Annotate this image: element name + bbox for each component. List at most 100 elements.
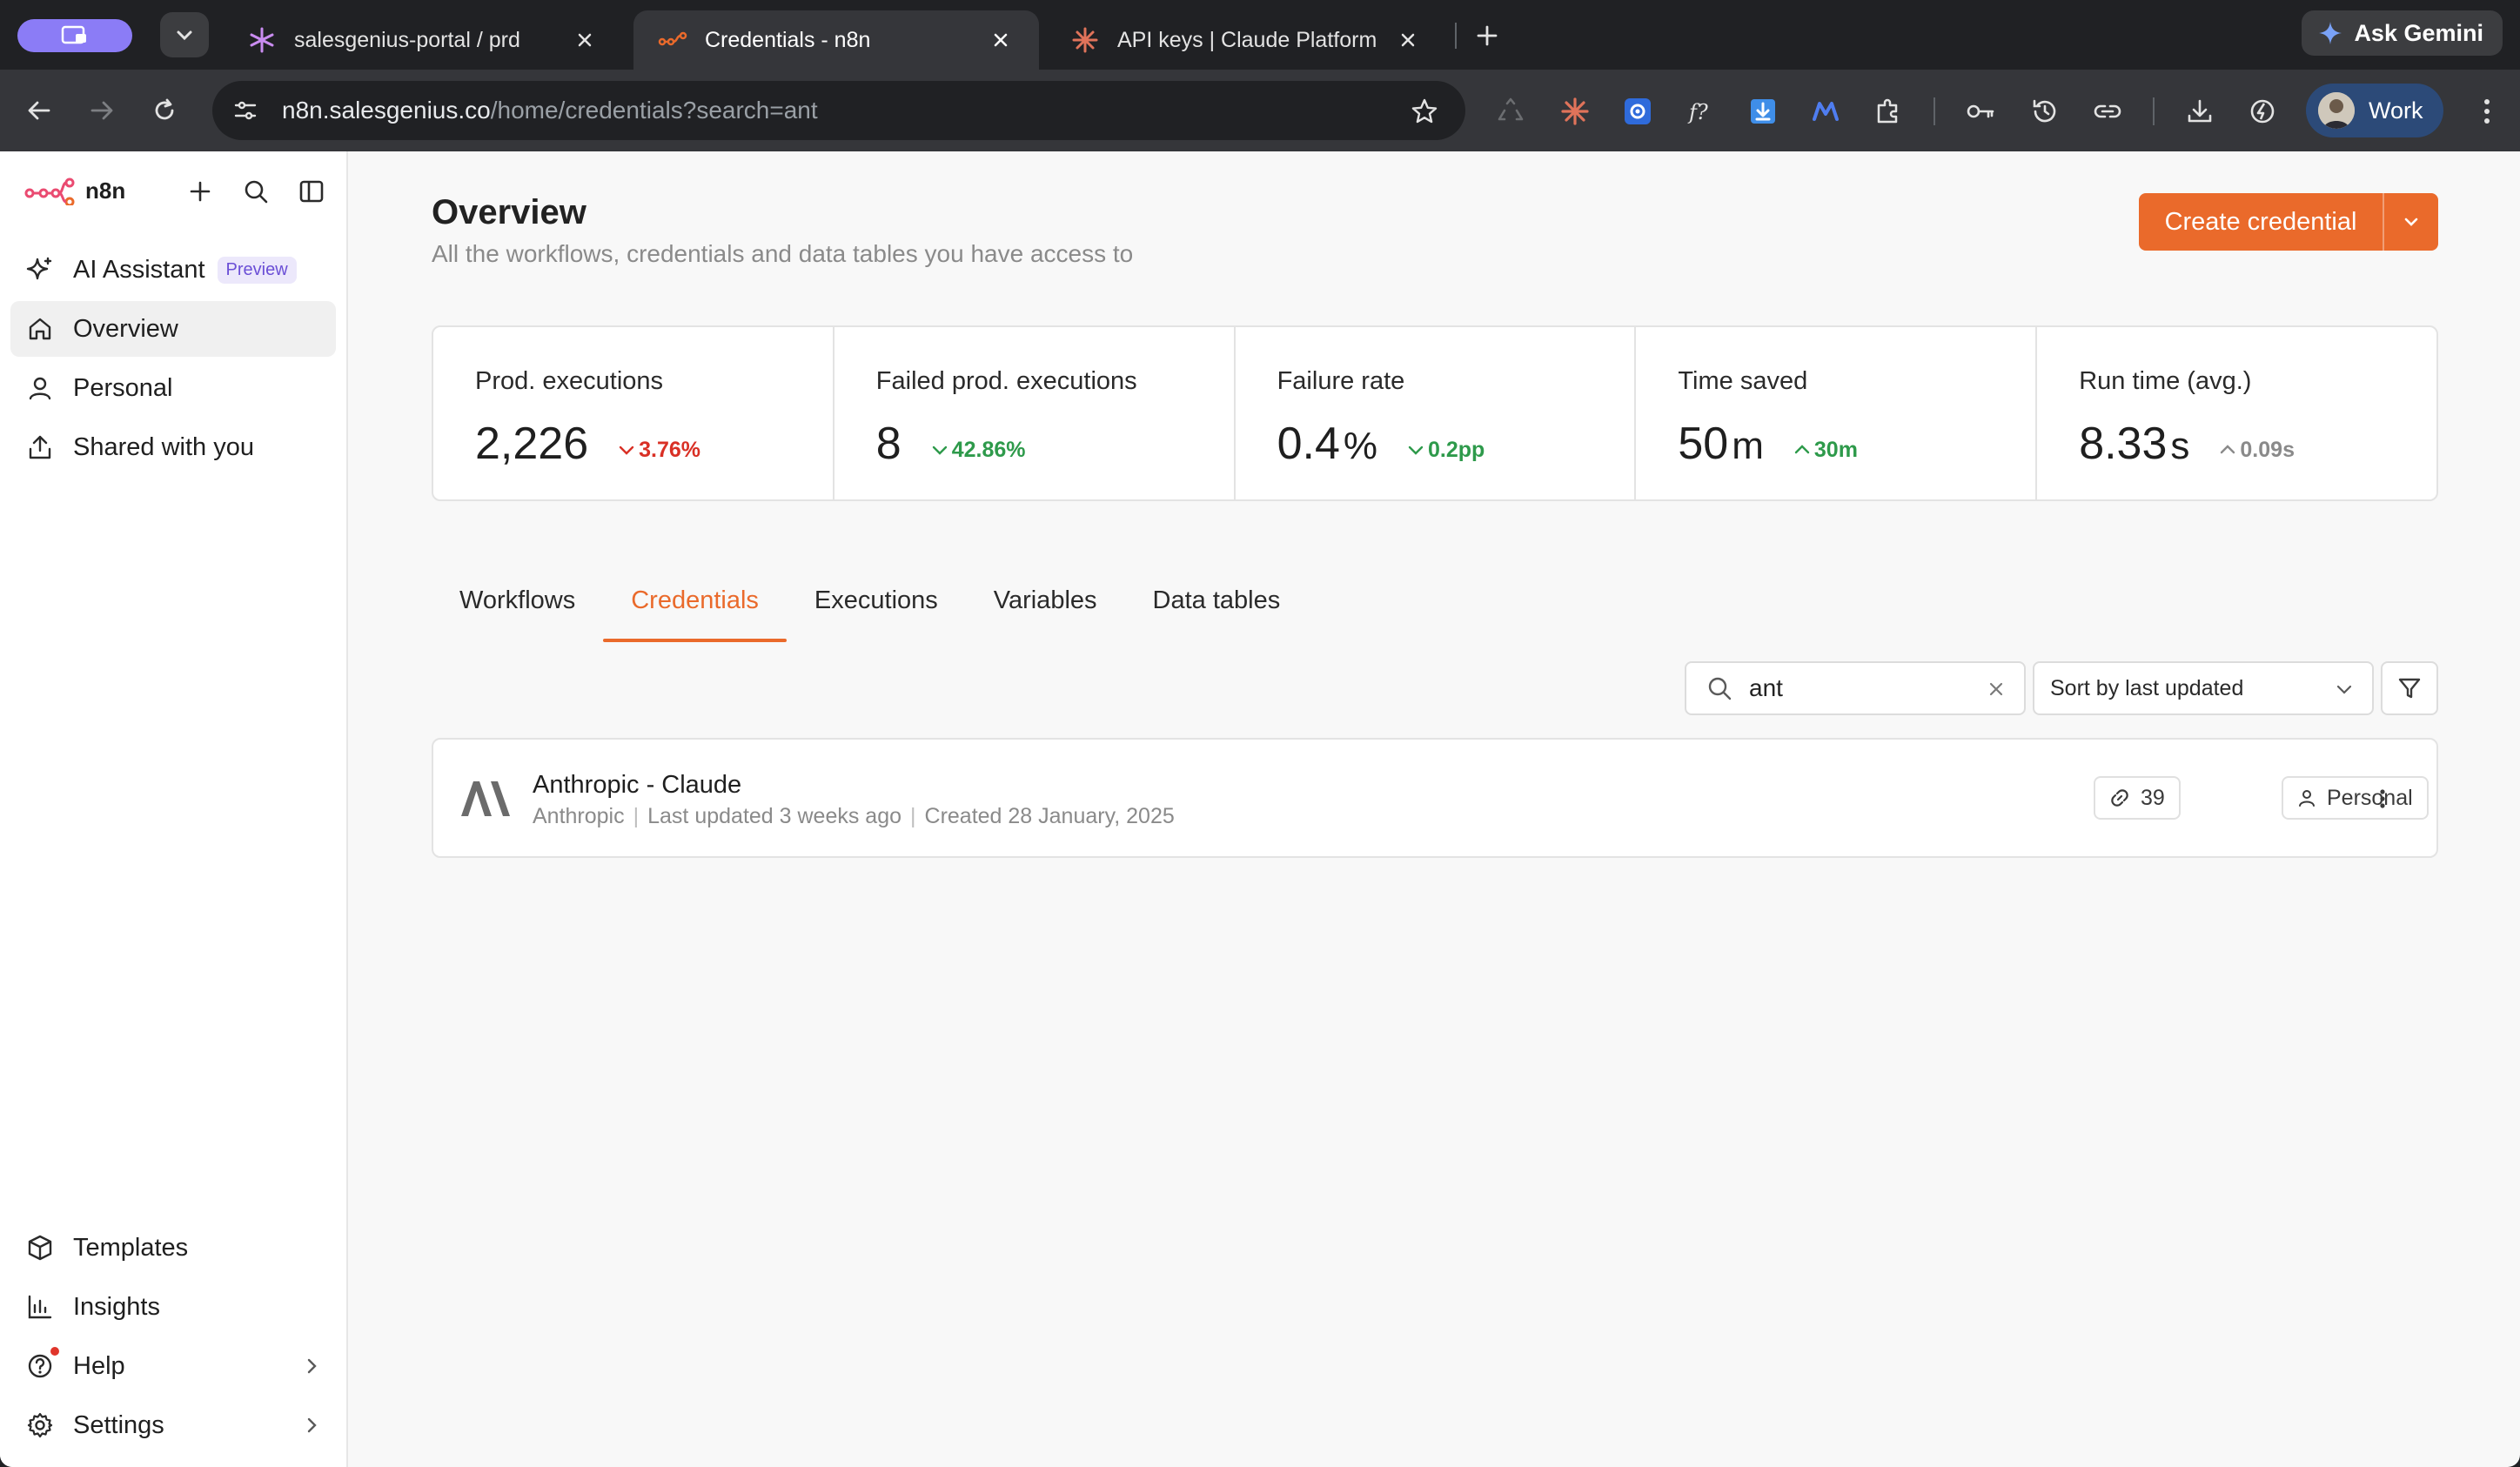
owner-badge: Personal xyxy=(2282,776,2429,820)
content-tabs: Workflows Credentials Executions Variabl… xyxy=(459,586,1336,642)
stat-label: Time saved xyxy=(1678,367,1808,395)
stat-prod-executions[interactable]: Prod. executions 2,226 3.76% xyxy=(433,327,834,499)
tab-workflows[interactable]: Workflows xyxy=(459,586,575,642)
stat-run-time[interactable]: Run time (avg.) 8.33 s 0.09s xyxy=(2037,327,2436,499)
more-vertical-icon xyxy=(2484,99,2490,124)
sort-select[interactable]: Sort by last updated xyxy=(2033,661,2374,715)
stat-time-saved[interactable]: Time saved 50 m 30m xyxy=(1636,327,2038,499)
sidebar-item-personal[interactable]: Personal xyxy=(10,360,336,416)
sidebar-item-overview[interactable]: Overview xyxy=(10,301,336,357)
help-icon xyxy=(24,1350,56,1382)
tab-group-button[interactable] xyxy=(17,19,132,52)
create-credential-button[interactable]: Create credential xyxy=(2139,193,2438,251)
n8n-logo[interactable]: n8n xyxy=(24,176,125,205)
meta-separator: | xyxy=(633,804,640,828)
sidebar-item-insights[interactable]: Insights xyxy=(10,1279,336,1335)
share-icon xyxy=(24,432,56,463)
search-icon xyxy=(245,180,268,204)
window-icon xyxy=(61,25,86,44)
ask-gemini-button[interactable]: Ask Gemini xyxy=(2302,10,2503,56)
sidebar-item-ai-assistant[interactable]: AI Assistant Preview xyxy=(10,242,336,298)
reload-button[interactable] xyxy=(144,90,184,131)
box-icon xyxy=(24,1232,56,1263)
stat-delta-value: 3.76% xyxy=(639,437,701,462)
tab-credentials[interactable]: Credentials xyxy=(603,586,787,642)
url-host: n8n.salesgenius.co xyxy=(282,97,491,124)
clear-search-icon[interactable] xyxy=(1984,677,2008,701)
browser-tab-claude[interactable]: API keys | Claude Platform xyxy=(1046,10,1446,70)
salesgenius-icon xyxy=(247,25,277,55)
stat-failure-rate[interactable]: Failure rate 0.4 % 0.2pp xyxy=(1236,327,1637,499)
ask-gemini-label: Ask Gemini xyxy=(2354,19,2483,46)
formula-extension-icon[interactable]: f? xyxy=(1683,94,1718,129)
create-options-dropdown[interactable] xyxy=(2384,212,2438,231)
tab-variables[interactable]: Variables xyxy=(994,586,1097,642)
password-key-icon[interactable] xyxy=(1963,94,1998,129)
search-button[interactable] xyxy=(238,174,273,209)
credential-actions-menu[interactable] xyxy=(2365,781,2400,816)
usage-count-badge[interactable]: 39 xyxy=(2094,776,2181,820)
performance-icon[interactable] xyxy=(2245,94,2280,129)
profile-button[interactable]: Work xyxy=(2306,84,2443,137)
stat-failed-executions[interactable]: Failed prod. executions 8 42.86% xyxy=(834,327,1236,499)
stat-label: Prod. executions xyxy=(475,367,664,395)
stat-delta: 0.09s xyxy=(2219,438,2295,463)
filter-button[interactable] xyxy=(2381,661,2438,715)
stat-value-row: 50 m 30m xyxy=(1678,418,1858,470)
add-button[interactable] xyxy=(183,174,218,209)
tab-search-button[interactable] xyxy=(160,12,209,57)
arrow-right-icon xyxy=(90,101,113,120)
tab-title: Credentials - n8n xyxy=(705,27,871,52)
sidebar-item-help[interactable]: Help xyxy=(10,1338,336,1394)
recycle-extension-icon[interactable] xyxy=(1493,94,1528,129)
main-content: Overview All the workflows, credentials … xyxy=(348,151,2520,1467)
address-bar[interactable]: n8n.salesgenius.co/home/credentials?sear… xyxy=(212,81,1465,140)
tab-executions[interactable]: Executions xyxy=(814,586,938,642)
meta-separator: | xyxy=(910,804,916,828)
stat-unit: m xyxy=(1732,425,1764,467)
stat-delta: 3.76% xyxy=(618,438,700,463)
collapse-sidebar-button[interactable] xyxy=(294,174,329,209)
search-input[interactable] xyxy=(1749,674,1958,702)
more-vertical-icon xyxy=(2380,789,2385,808)
svg-text:f?: f? xyxy=(1687,100,1708,124)
stat-delta-value: 30m xyxy=(1813,437,1858,462)
usage-count: 39 xyxy=(2141,785,2165,810)
toolbar-separator xyxy=(1934,97,1935,125)
claude-extension-icon[interactable] xyxy=(1558,94,1592,129)
sidebar-item-settings[interactable]: Settings xyxy=(10,1397,336,1453)
chevron-down-icon xyxy=(619,445,634,455)
sidebar: n8n AI Assistant Preview Overview Person… xyxy=(0,151,348,1467)
history-icon[interactable] xyxy=(2027,94,2062,129)
sidebar-item-label: Help xyxy=(73,1351,125,1380)
reload-icon xyxy=(155,98,174,120)
link-icon[interactable] xyxy=(2090,94,2125,129)
credential-card[interactable]: Anthropic - Claude Anthropic | Last upda… xyxy=(432,738,2438,858)
back-button[interactable] xyxy=(19,90,59,131)
close-icon[interactable] xyxy=(1396,28,1420,52)
stat-delta-value: 0.2pp xyxy=(1428,437,1485,462)
sidebar-item-label: AI Assistant xyxy=(73,255,205,284)
download-extension-icon[interactable] xyxy=(1746,94,1780,129)
stat-unit: s xyxy=(2170,425,2190,467)
user-icon xyxy=(2299,790,2315,807)
tab-data-tables[interactable]: Data tables xyxy=(1153,586,1281,642)
plus-icon xyxy=(190,181,211,202)
puzzle-extensions-icon[interactable] xyxy=(1871,94,1906,129)
blue-gear-extension-icon[interactable] xyxy=(1620,94,1655,129)
downloads-icon[interactable] xyxy=(2182,94,2217,129)
browser-tab-n8n[interactable]: Credentials - n8n xyxy=(633,10,1039,70)
sidebar-item-shared[interactable]: Shared with you xyxy=(10,419,336,475)
new-tab-button[interactable] xyxy=(1471,19,1504,52)
site-settings-icon[interactable] xyxy=(226,91,265,130)
chevron-right-icon xyxy=(299,1413,324,1437)
browser-tab-salesgenius[interactable]: salesgenius-portal / prd xyxy=(223,10,623,70)
close-icon[interactable] xyxy=(573,28,597,52)
close-icon[interactable] xyxy=(989,28,1013,52)
browser-menu-button[interactable] xyxy=(2470,92,2504,131)
sidebar-item-templates[interactable]: Templates xyxy=(10,1220,336,1276)
chevron-down-icon xyxy=(932,445,947,455)
m-extension-icon[interactable] xyxy=(1808,94,1843,129)
forward-button[interactable] xyxy=(82,90,122,131)
bookmark-star-icon[interactable] xyxy=(1410,97,1439,126)
